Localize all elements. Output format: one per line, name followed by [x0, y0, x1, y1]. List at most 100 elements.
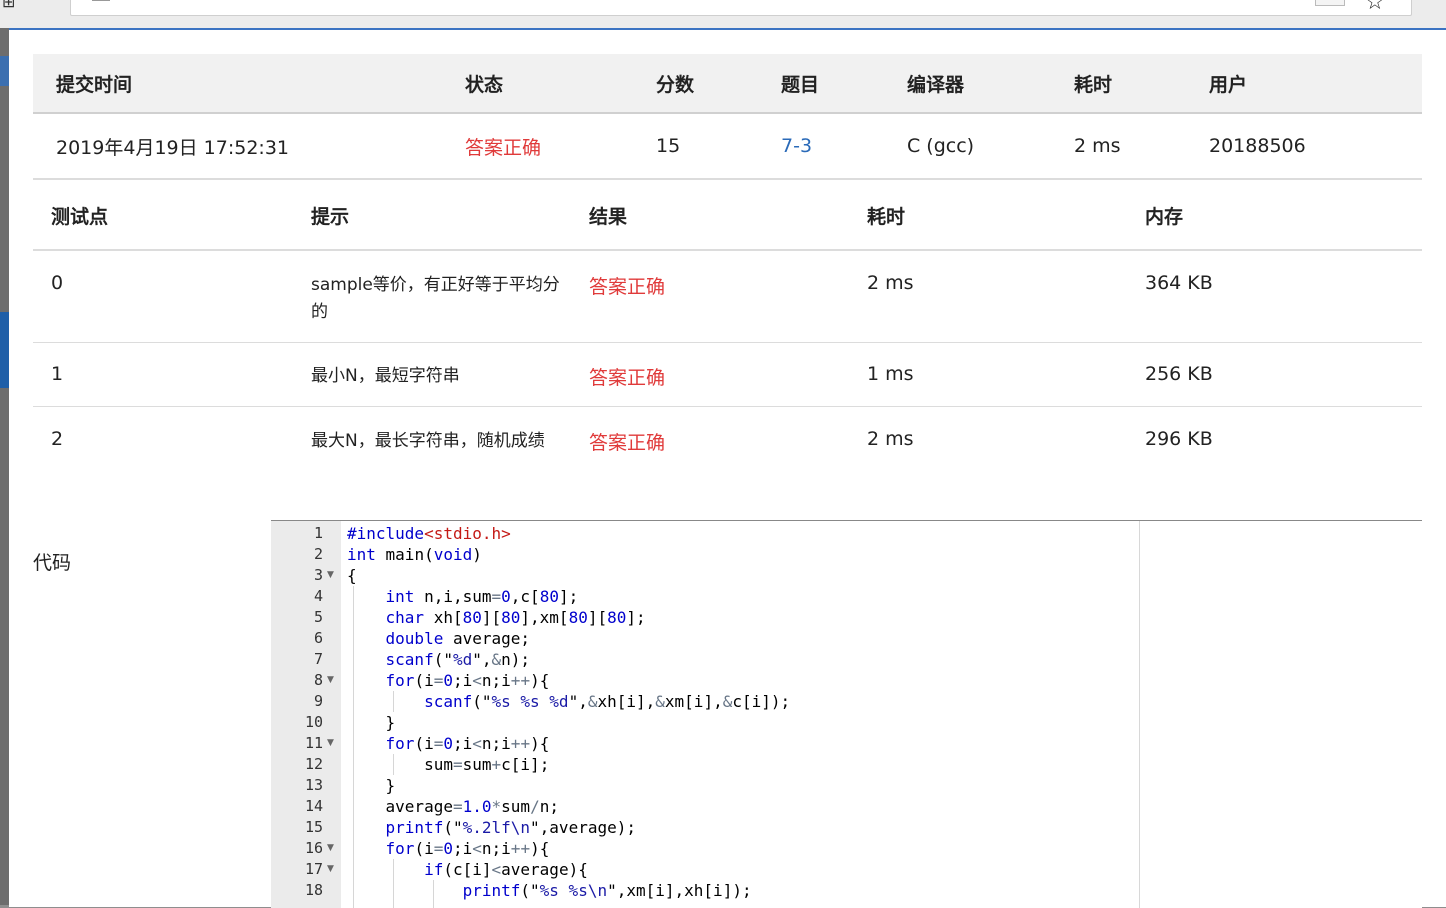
case-time: 1 ms — [867, 342, 1145, 407]
cases-header-row: 测试点 提示 结果 耗时 内存 — [33, 182, 1422, 251]
grid-icon[interactable]: ⊞ — [2, 0, 15, 11]
header-test-point: 测试点 — [33, 182, 311, 251]
code-label: 代码 — [33, 552, 72, 574]
score: 15 — [656, 113, 781, 180]
case-result: 答案正确 — [589, 342, 867, 407]
code-line: int main(void) — [347, 545, 482, 564]
case-time: 2 ms — [867, 250, 1145, 343]
case-hint: 最大N，最长字符串，随机成绩 — [311, 430, 545, 451]
fold-arrow-icon[interactable]: ▼ — [327, 838, 334, 859]
header-submit-time: 提交时间 — [33, 54, 465, 114]
header-hint: 提示 — [311, 182, 589, 251]
page-icon — [92, 0, 110, 1]
line-number: 16 — [304, 839, 323, 857]
code-line: average=1.0*sum/n; — [347, 797, 559, 816]
case-result: 答案正确 — [589, 250, 867, 343]
bookmark-star-icon[interactable]: ☆ — [1365, 0, 1385, 15]
code-editor[interactable]: 1 2 3 ▼ 4 5 6 7 8 ▼ 9 10 11 ▼ 12 13 14 15 16 ▼ 17 ▼ 18 #includ… — [271, 520, 1422, 908]
header-status: 状态 — [465, 54, 656, 114]
submit-time: 2019年4月19日 17:52:31 — [33, 113, 465, 180]
line-number: 5 — [313, 608, 323, 626]
code-line: if(c[i]<average){ — [424, 860, 588, 879]
line-number: 14 — [304, 797, 323, 815]
line-number: 3 — [313, 566, 323, 584]
summary-header-row: 提交时间 状态 分数 题目 编译器 耗时 用户 — [33, 54, 1422, 114]
table-row: 2 最大N，最长字符串，随机成绩 答案正确 2 ms 296 KB — [33, 406, 1422, 486]
line-number: 13 — [304, 776, 323, 794]
table-row: 0 sample等价，有正好等于平均分的 答案正确 2 ms 364 KB — [33, 250, 1422, 343]
line-number: 4 — [313, 587, 323, 605]
header-compiler: 编译器 — [907, 54, 1074, 114]
header-case-time: 耗时 — [867, 182, 1145, 251]
code-line: sum=sum+c[i]; — [347, 755, 550, 774]
indent-guide — [353, 586, 354, 908]
case-id: 0 — [33, 250, 311, 343]
code-line: } — [347, 776, 396, 795]
problem-link[interactable]: 7-3 — [781, 113, 907, 180]
case-id: 1 — [33, 342, 311, 407]
code-content[interactable]: #include<stdio.h> int main(void) { int n,i… — [341, 521, 1140, 908]
indent-guide — [393, 754, 394, 775]
header-result: 结果 — [589, 182, 867, 251]
header-memory: 内存 — [1145, 182, 1422, 251]
code-line: { — [347, 566, 357, 585]
submission-summary-table: 提交时间 状态 分数 题目 编译器 耗时 用户 2019年4月19日 17:52… — [33, 54, 1422, 180]
line-number: 2 — [313, 545, 323, 563]
code-line: double average; — [385, 629, 531, 648]
line-number: 6 — [313, 629, 323, 647]
compiler: C (gcc) — [907, 113, 1074, 180]
code-line: printf("%s %s\n",xm[i],xh[i]); — [462, 881, 752, 900]
background-accent — [0, 56, 9, 86]
summary-row: 2019年4月19日 17:52:31 答案正确 15 7-3 C (gcc) … — [33, 113, 1422, 180]
code-line: } — [347, 713, 396, 732]
header-problem: 题目 — [781, 54, 907, 114]
fold-arrow-icon[interactable]: ▼ — [327, 859, 334, 880]
case-memory: 296 KB — [1145, 427, 1213, 450]
test-cases-table: 测试点 提示 结果 耗时 内存 0 sample等价，有正好等于平均分的 答案正… — [33, 182, 1422, 486]
line-number: 7 — [313, 650, 323, 668]
background-page-strip — [0, 28, 9, 905]
address-bar[interactable] — [70, 0, 1412, 16]
case-time: 2 ms — [867, 427, 914, 450]
line-number: 18 — [304, 881, 323, 899]
case-result: 答案正确 — [589, 431, 666, 454]
user-id: 20188506 — [1209, 113, 1422, 180]
code-line: char xh[80][80],xm[80][80]; — [385, 608, 646, 627]
submission-detail-dialog: 提交时间 状态 分数 题目 编译器 耗时 用户 2019年4月19日 17:52… — [9, 28, 1446, 908]
case-memory: 364 KB — [1145, 250, 1422, 343]
line-number: 9 — [313, 692, 323, 710]
indent-guide — [393, 859, 394, 908]
code-line: for(i=0;i<n;i++){ — [385, 671, 550, 690]
fold-arrow-icon[interactable]: ▼ — [327, 670, 334, 691]
code-line: #include<stdio.h> — [347, 524, 511, 543]
code-line: int n,i,sum=0,c[80]; — [385, 587, 579, 606]
header-score: 分数 — [656, 54, 781, 114]
status-badge: 答案正确 — [465, 113, 656, 180]
line-number: 15 — [304, 818, 323, 836]
case-id: 2 — [51, 427, 64, 450]
reading-mode-icon[interactable] — [1315, 0, 1345, 6]
elapsed-time: 2 ms — [1074, 113, 1209, 180]
line-number: 17 — [304, 860, 323, 878]
fold-arrow-icon[interactable]: ▼ — [327, 733, 334, 754]
line-number: 11 — [304, 734, 323, 752]
code-line: printf("%.2lf\n",average); — [385, 818, 636, 837]
code-line: for(i=0;i<n;i++){ — [385, 734, 550, 753]
browser-toolbar: ⊞ ☆ — [0, 0, 1446, 28]
case-hint: sample等价，有正好等于平均分的 — [311, 250, 589, 343]
line-number-gutter: 1 2 3 ▼ 4 5 6 7 8 ▼ 9 10 11 ▼ 12 13 14 15 16 ▼ 17 ▼ 18 — [271, 521, 341, 908]
code-line: for(i=0;i<n;i++){ — [385, 839, 550, 858]
indent-guide — [433, 880, 434, 908]
line-number: 12 — [304, 755, 323, 773]
line-number: 10 — [304, 713, 323, 731]
code-line: scanf("%s %s %d",&xh[i],&xm[i],&c[i]); — [424, 692, 791, 711]
background-accent-2 — [0, 312, 9, 388]
fold-arrow-icon[interactable]: ▼ — [327, 565, 334, 586]
case-memory: 256 KB — [1145, 342, 1422, 407]
header-time: 耗时 — [1074, 54, 1209, 114]
case-hint: 最小N，最短字符串 — [311, 342, 589, 407]
header-user: 用户 — [1209, 54, 1422, 114]
table-row: 1 最小N，最短字符串 答案正确 1 ms 256 KB — [33, 342, 1422, 407]
indent-guide — [393, 691, 394, 712]
code-line: scanf("%d",&n); — [385, 650, 531, 669]
